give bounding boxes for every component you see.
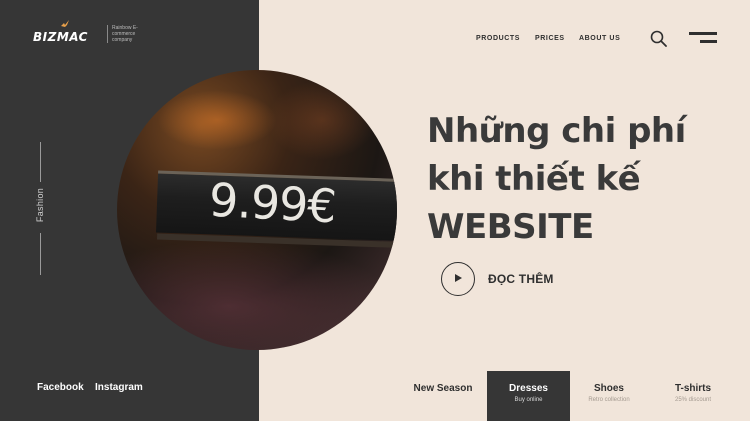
tab-title: New Season	[413, 383, 473, 394]
headline-line-2: khi thiết kế	[427, 159, 641, 199]
tab-subtitle: Buy online	[514, 397, 543, 403]
tab-title: Shoes	[593, 383, 624, 394]
tab-new-season[interactable]: New Season	[410, 371, 476, 421]
tab-subtitle: Retro collection	[588, 397, 630, 403]
nav-prices[interactable]: PRICES	[535, 35, 565, 42]
hero-glow	[117, 240, 397, 350]
tab-tshirts[interactable]: T-shirts 25% discount	[668, 371, 718, 421]
headline-line-3: WEBSITE	[427, 207, 594, 247]
bird-icon	[61, 20, 69, 27]
tab-subtitle: 25% discount	[674, 397, 712, 403]
logo-mark: BIZMAC	[33, 20, 103, 44]
facebook-link[interactable]: Facebook	[37, 382, 84, 393]
hero-image-price-tag: 9.99€	[117, 70, 397, 350]
play-icon[interactable]	[441, 262, 475, 296]
brand-logo[interactable]: BIZMAC Rainbow E-commerce company	[33, 20, 148, 44]
logo-wordmark: BIZMAC	[33, 30, 88, 44]
logo-divider	[107, 25, 108, 43]
sidebar-line-bottom	[40, 233, 41, 275]
hero-headline: Những chi phí khi thiết kế WEBSITE	[427, 107, 727, 251]
hamburger-menu-icon[interactable]	[689, 30, 717, 46]
sidebar-fashion-label: Fashion	[35, 187, 45, 223]
tab-title: T-shirts	[674, 383, 712, 394]
logo-tagline: Rainbow E-commerce company	[112, 25, 138, 43]
hero-price-text: 9.99€	[207, 172, 338, 234]
tab-dresses[interactable]: Dresses Buy online	[487, 371, 570, 421]
instagram-link[interactable]: Instagram	[95, 382, 143, 393]
nav-about-us[interactable]: ABOUT US	[579, 35, 620, 42]
hero-glow	[157, 90, 277, 150]
headline-line-1: Những chi phí	[427, 111, 686, 151]
tab-title: Dresses	[509, 383, 548, 394]
nav-products[interactable]: PRODUCTS	[476, 35, 520, 42]
search-icon[interactable]	[650, 30, 667, 47]
tab-shoes[interactable]: Shoes Retro collection	[588, 371, 630, 421]
menu-bar-long	[689, 32, 717, 35]
sidebar-line-top	[40, 142, 41, 182]
menu-bar-short	[700, 40, 717, 43]
hero-glow	[267, 80, 377, 160]
read-more-link[interactable]: ĐỌC THÊM	[488, 272, 554, 286]
